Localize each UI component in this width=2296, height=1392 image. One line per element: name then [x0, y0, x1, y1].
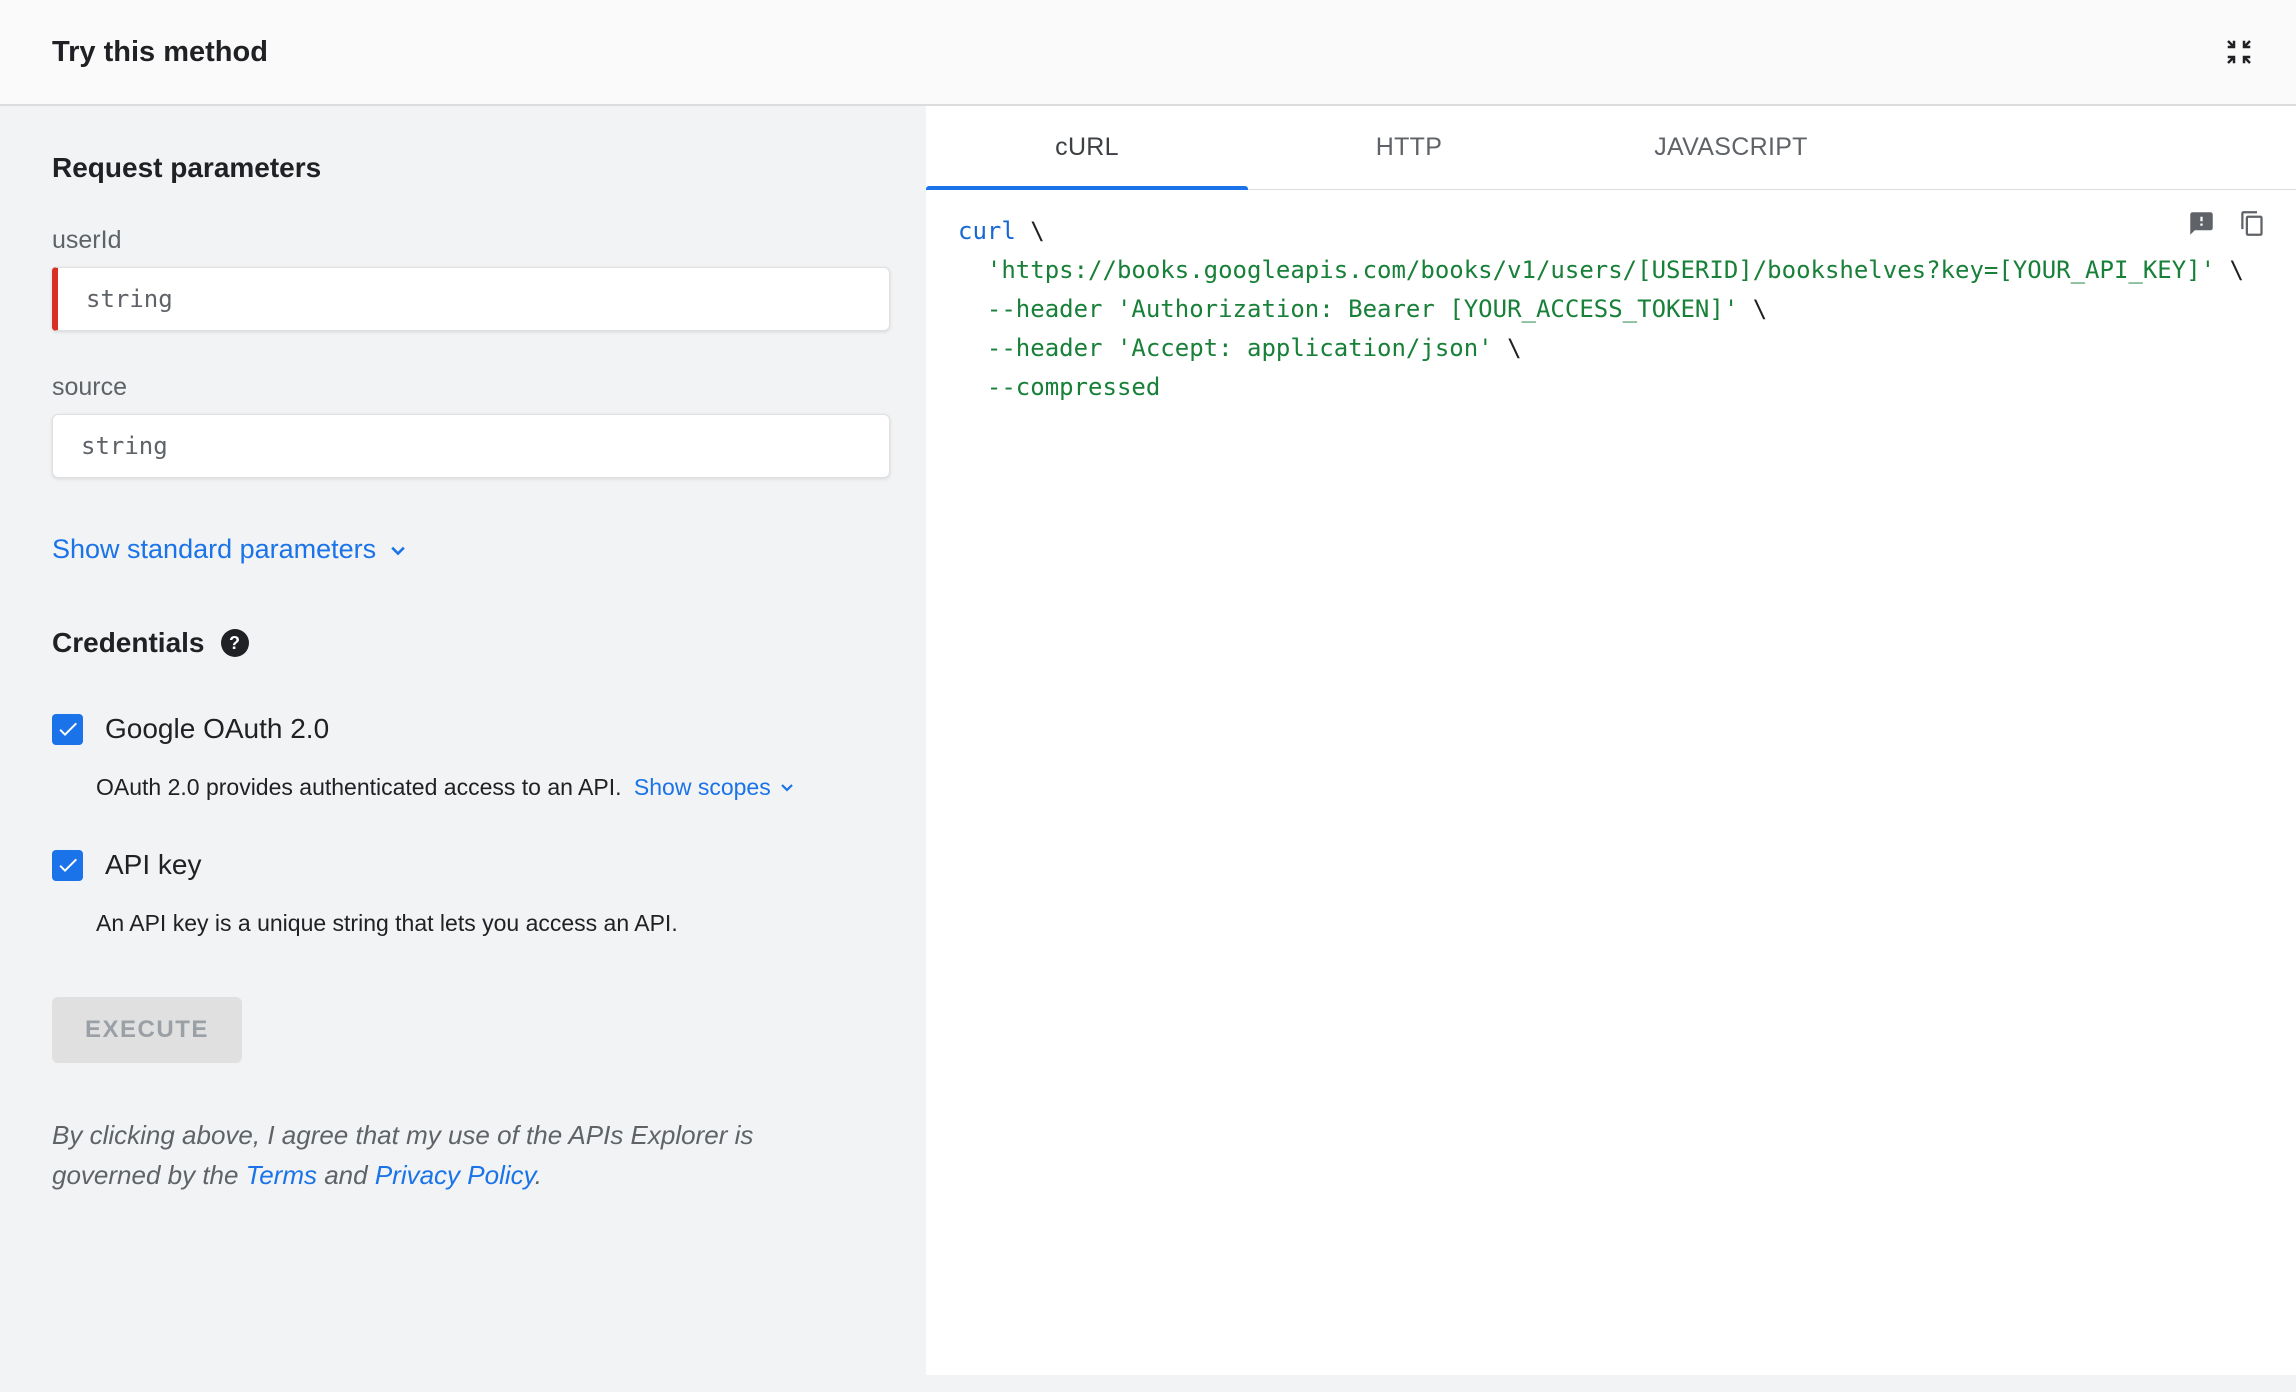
tab-javascript[interactable]: JAVASCRIPT [1570, 106, 1892, 189]
request-sidebar: Request parameters userId source Show st… [0, 106, 926, 1392]
show-scopes-link[interactable]: Show scopes [634, 771, 799, 803]
field-label-source: source [52, 373, 128, 401]
userid-input[interactable] [52, 267, 890, 331]
disclaimer: By clicking above, I agree that my use o… [52, 1120, 754, 1190]
chevron-down-icon [384, 536, 412, 564]
oauth-description: OAuth 2.0 provides authenticated access … [96, 771, 890, 803]
code-line: --header 'Authorization: Bearer [YOUR_AC… [986, 295, 1768, 323]
credentials-heading: Credentials [52, 627, 205, 658]
source-input[interactable] [52, 414, 890, 478]
checkbox-checked-icon [56, 717, 80, 741]
request-parameters-heading: Request parameters [52, 152, 322, 183]
code-line: --header 'Accept: application/json' \ [986, 334, 1522, 362]
oauth-label: Google OAuth 2.0 [105, 713, 330, 744]
tab-http[interactable]: HTTP [1248, 106, 1570, 189]
oauth-credential-row: Google OAuth 2.0 [52, 713, 890, 745]
content-area: Request parameters userId source Show st… [0, 106, 2296, 1392]
try-this-method-panel: Try this method Request parameters userI… [0, 0, 2296, 1392]
apikey-label: API key [105, 849, 202, 880]
field-label-userid: userId [52, 226, 122, 254]
code-line: curl \ [958, 217, 1045, 245]
apikey-checkbox[interactable] [52, 849, 83, 881]
terms-link[interactable]: Terms [246, 1160, 317, 1190]
chevron-down-icon [775, 775, 799, 799]
execute-button[interactable]: EXECUTE [52, 997, 242, 1063]
page-title: Try this method [52, 35, 268, 68]
copy-icon [2239, 210, 2266, 237]
code-line: --compressed [986, 373, 1161, 401]
help-icon[interactable]: ? [220, 629, 249, 657]
oauth-checkbox[interactable] [52, 713, 83, 745]
privacy-policy-link[interactable]: Privacy Policy [375, 1160, 535, 1190]
show-standard-parameters-link[interactable]: Show standard parameters [52, 534, 412, 565]
code-block: curl \ 'https://books.googleapis.com/boo… [958, 212, 2256, 407]
apikey-credential-row: API key [52, 849, 890, 881]
apikey-description: An API key is a unique string that lets … [96, 910, 678, 936]
checkbox-checked-icon [56, 853, 80, 877]
code-panel: curl \ 'https://books.googleapis.com/boo… [926, 190, 2296, 1375]
feedback-icon [2188, 210, 2215, 237]
code-sample-panel: cURL HTTP JAVASCRIPT curl \ 'https://boo… [926, 106, 2296, 1392]
code-language-tabs: cURL HTTP JAVASCRIPT [926, 106, 2296, 190]
exit-fullscreen-icon [2224, 37, 2254, 67]
collapse-panel-button[interactable] [2224, 37, 2254, 67]
tab-curl[interactable]: cURL [926, 106, 1248, 190]
panel-header: Try this method [0, 0, 2296, 106]
code-line: 'https://books.googleapis.com/books/v1/u… [986, 256, 2244, 284]
code-toolbar [2188, 210, 2266, 237]
copy-code-button[interactable] [2239, 210, 2266, 237]
feedback-button[interactable] [2188, 210, 2215, 237]
